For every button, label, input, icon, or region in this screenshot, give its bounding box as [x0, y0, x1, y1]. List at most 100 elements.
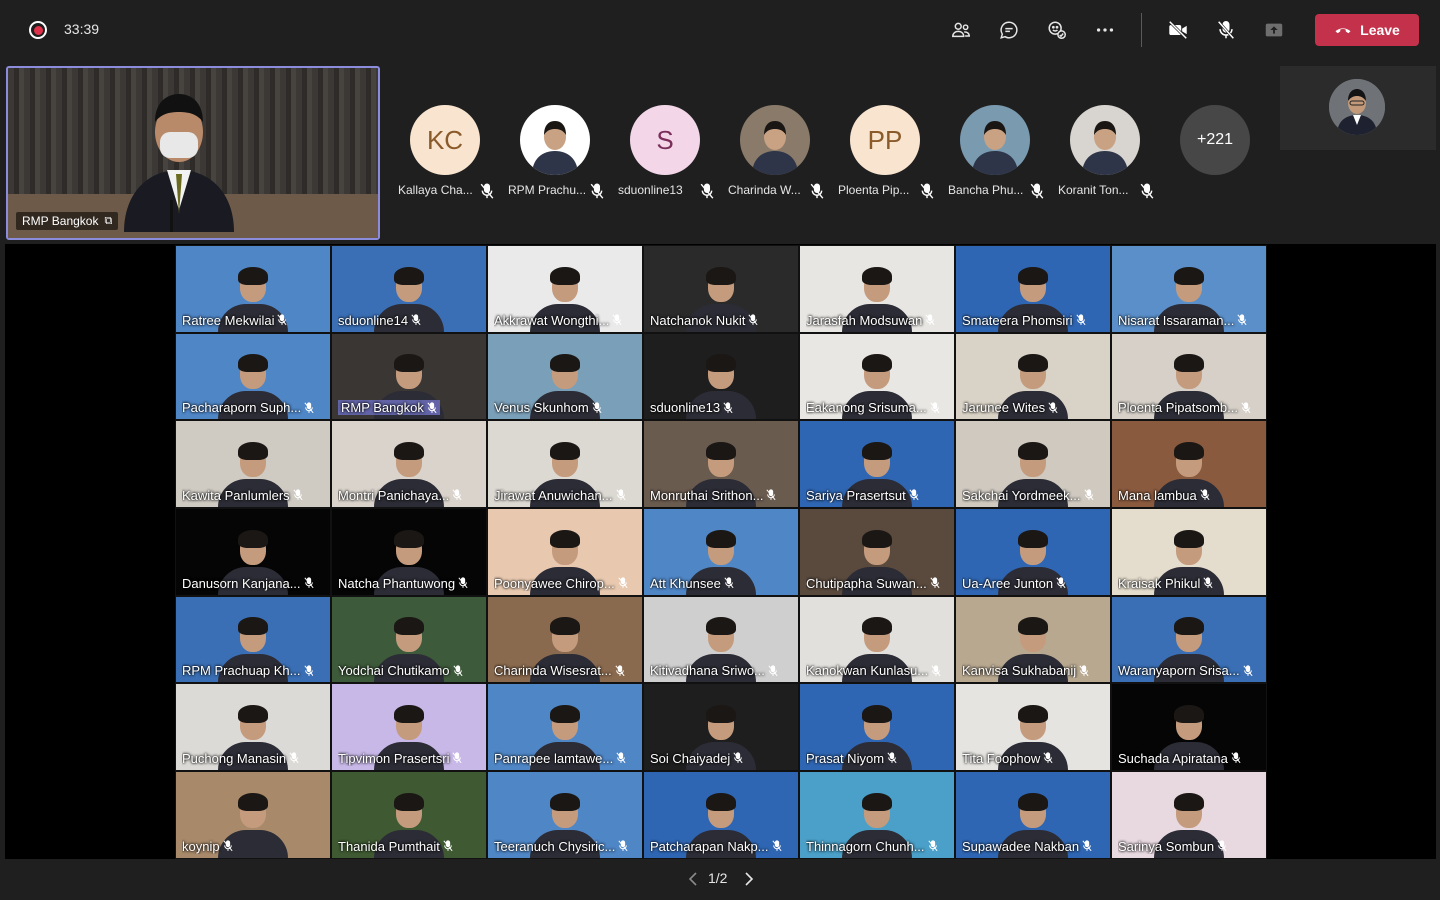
- mic-off-icon: [427, 401, 437, 413]
- previous-page-icon[interactable]: [686, 870, 702, 888]
- video-tile[interactable]: Natchanok Nukit: [643, 245, 799, 333]
- video-tile[interactable]: Att Khunsee: [643, 508, 799, 596]
- video-tile[interactable]: Charinda Wisesrat...: [487, 595, 643, 684]
- video-tile[interactable]: Thanida Pumthait: [331, 771, 487, 859]
- video-tile[interactable]: Kitivadhana Sriwo...: [643, 595, 799, 684]
- video-tile[interactable]: Chutipapha Suwan...: [799, 508, 955, 596]
- video-tile[interactable]: Nisarat Issaraman...: [1111, 245, 1267, 333]
- share-icon[interactable]: [1259, 16, 1289, 44]
- tile-name-label: Suchada Apiratana: [1118, 751, 1241, 766]
- video-tile[interactable]: Kraisak Phikul: [1111, 508, 1267, 596]
- participant-avatar[interactable]: S: [630, 105, 700, 175]
- more-participants-button[interactable]: +221: [1180, 105, 1250, 175]
- tile-name-label: Kitivadhana Sriwo...: [650, 663, 778, 678]
- participant-avatar[interactable]: [960, 105, 1030, 175]
- tile-name: Pacharaporn Suph...: [182, 400, 302, 416]
- video-tile[interactable]: Ploenta Pipatsomb...: [1111, 332, 1267, 421]
- video-tile[interactable]: Venus Skunhom: [487, 332, 643, 421]
- video-tile[interactable]: Suchada Apiratana: [1111, 683, 1267, 772]
- participant-avatar[interactable]: [1070, 105, 1140, 175]
- chat-icon[interactable]: [994, 16, 1024, 44]
- participant-avatar[interactable]: KC: [410, 105, 480, 175]
- leave-button[interactable]: Leave: [1315, 14, 1419, 46]
- video-tile[interactable]: Tipvimon Prasertsri: [331, 683, 487, 772]
- tile-name: Montri Panichaya...: [338, 488, 450, 504]
- video-tile[interactable]: Sariya Prasertsut: [799, 420, 955, 509]
- tile-name-label: Poonyawee Chirop...: [494, 576, 628, 591]
- video-tile[interactable]: Tita Foophow: [955, 683, 1111, 772]
- video-tile[interactable]: Poonyawee Chirop...: [487, 508, 643, 596]
- mic-off-icon: [810, 183, 824, 199]
- video-tile[interactable]: Montri Panichaya...: [331, 420, 487, 509]
- tile-name-label: Soi Chaiyadej: [650, 751, 743, 766]
- participant-hair: [1174, 705, 1204, 723]
- video-tile[interactable]: Prasat Niyom: [799, 683, 955, 772]
- tile-name-label: Teeranuch Chysiric...: [494, 839, 628, 854]
- video-tile[interactable]: sduonline14: [331, 245, 487, 333]
- video-tile[interactable]: Thinnagorn Chunh...: [799, 771, 955, 859]
- spotlight-video[interactable]: RMP Bangkok ⧉: [6, 66, 380, 240]
- video-tile[interactable]: Jirawat Anuwichan...: [487, 420, 643, 509]
- tile-name: Patcharapan Nakp...: [650, 838, 769, 854]
- mic-off-icon[interactable]: [1211, 16, 1241, 44]
- mic-off-icon: [1217, 840, 1227, 852]
- participant-avatar[interactable]: [520, 105, 590, 175]
- video-tile[interactable]: Danusorn Kanjana...: [175, 508, 331, 596]
- next-page-icon[interactable]: [740, 870, 756, 888]
- video-tile[interactable]: Waranyaporn Srisa...: [1111, 595, 1267, 684]
- participant-hair: [238, 441, 268, 460]
- tile-name-label: Sarinya Sombun: [1118, 839, 1227, 854]
- reactions-icon[interactable]: [1042, 16, 1072, 44]
- video-tile[interactable]: Jarasfah Modsuwan: [799, 245, 955, 333]
- tile-name: Smateera Phomsiri: [962, 312, 1073, 328]
- video-tile[interactable]: Akkrawat Wongthi...: [487, 245, 643, 333]
- video-tile[interactable]: sduonline13: [643, 332, 799, 421]
- video-tile[interactable]: Patcharapan Nakp...: [643, 771, 799, 859]
- participant-hair: [1018, 266, 1048, 285]
- video-tile[interactable]: Teeranuch Chysiric...: [487, 771, 643, 859]
- participant-hair: [862, 705, 892, 723]
- avatar-name: Kallaya Cha...: [398, 183, 473, 197]
- video-tile[interactable]: Ua-Aree Junton: [955, 508, 1111, 596]
- tile-name: Kitivadhana Sriwo...: [650, 663, 765, 679]
- video-tile[interactable]: Monruthai Srithon...: [643, 420, 799, 509]
- video-tile[interactable]: Puchong Manasin: [175, 683, 331, 772]
- video-tile[interactable]: Eakanong Srisuma...: [799, 332, 955, 421]
- video-tile[interactable]: Kanokwan Kunlasu...: [799, 595, 955, 684]
- tile-name-label: Monruthai Srithon...: [650, 488, 776, 503]
- video-tile[interactable]: RMP Bangkok: [331, 332, 487, 421]
- avatar-initials: PP: [867, 124, 903, 155]
- participant-avatar[interactable]: PP: [850, 105, 920, 175]
- video-tile[interactable]: Sarinya Sombun: [1111, 771, 1267, 859]
- video-tile[interactable]: Sakchai Yordmeek...: [955, 420, 1111, 509]
- tile-name-label: Natchanok Nukit: [650, 313, 758, 328]
- video-tile[interactable]: Pacharaporn Suph...: [175, 332, 331, 421]
- participants-icon[interactable]: [946, 16, 976, 44]
- more-icon[interactable]: [1090, 16, 1120, 44]
- video-tile[interactable]: RPM Prachuap Kh...: [175, 595, 331, 684]
- video-tile[interactable]: Panrapee lamtawe...: [487, 683, 643, 772]
- video-tile[interactable]: koynip: [175, 771, 331, 859]
- participant-hair: [550, 705, 580, 723]
- video-tile[interactable]: Jarunee Wites: [955, 332, 1111, 421]
- video-tile[interactable]: Soi Chaiyadej: [643, 683, 799, 772]
- participant-avatar[interactable]: [740, 105, 810, 175]
- video-tile[interactable]: Kanvisa Sukhabanij: [955, 595, 1111, 684]
- video-tile[interactable]: Supawadee Nakban: [955, 771, 1111, 859]
- meeting-timer: 33:39: [64, 21, 100, 37]
- participant-hair: [1174, 266, 1204, 285]
- video-tile[interactable]: Mana lambua: [1111, 420, 1267, 509]
- mic-off-icon: [1030, 183, 1044, 199]
- mic-off-icon: [592, 401, 602, 413]
- mic-off-icon: [733, 752, 743, 764]
- camera-off-icon[interactable]: [1163, 16, 1193, 44]
- video-tile[interactable]: Yodchai Chutikamo: [331, 595, 487, 684]
- video-tile[interactable]: Ratree Mekwilai: [175, 245, 331, 333]
- video-tile[interactable]: Natcha Phantuwong: [331, 508, 487, 596]
- tile-name-label: RMP Bangkok: [338, 400, 440, 416]
- video-tile[interactable]: Kawita Panlumlers: [175, 420, 331, 509]
- video-tile[interactable]: Smateera Phomsiri: [955, 245, 1111, 333]
- mic-off-icon: [452, 752, 463, 764]
- video-grid: Ratree Mekwilai sduonline14 Akkrawat Wongt…: [175, 245, 1267, 859]
- participant-hair: [394, 705, 424, 723]
